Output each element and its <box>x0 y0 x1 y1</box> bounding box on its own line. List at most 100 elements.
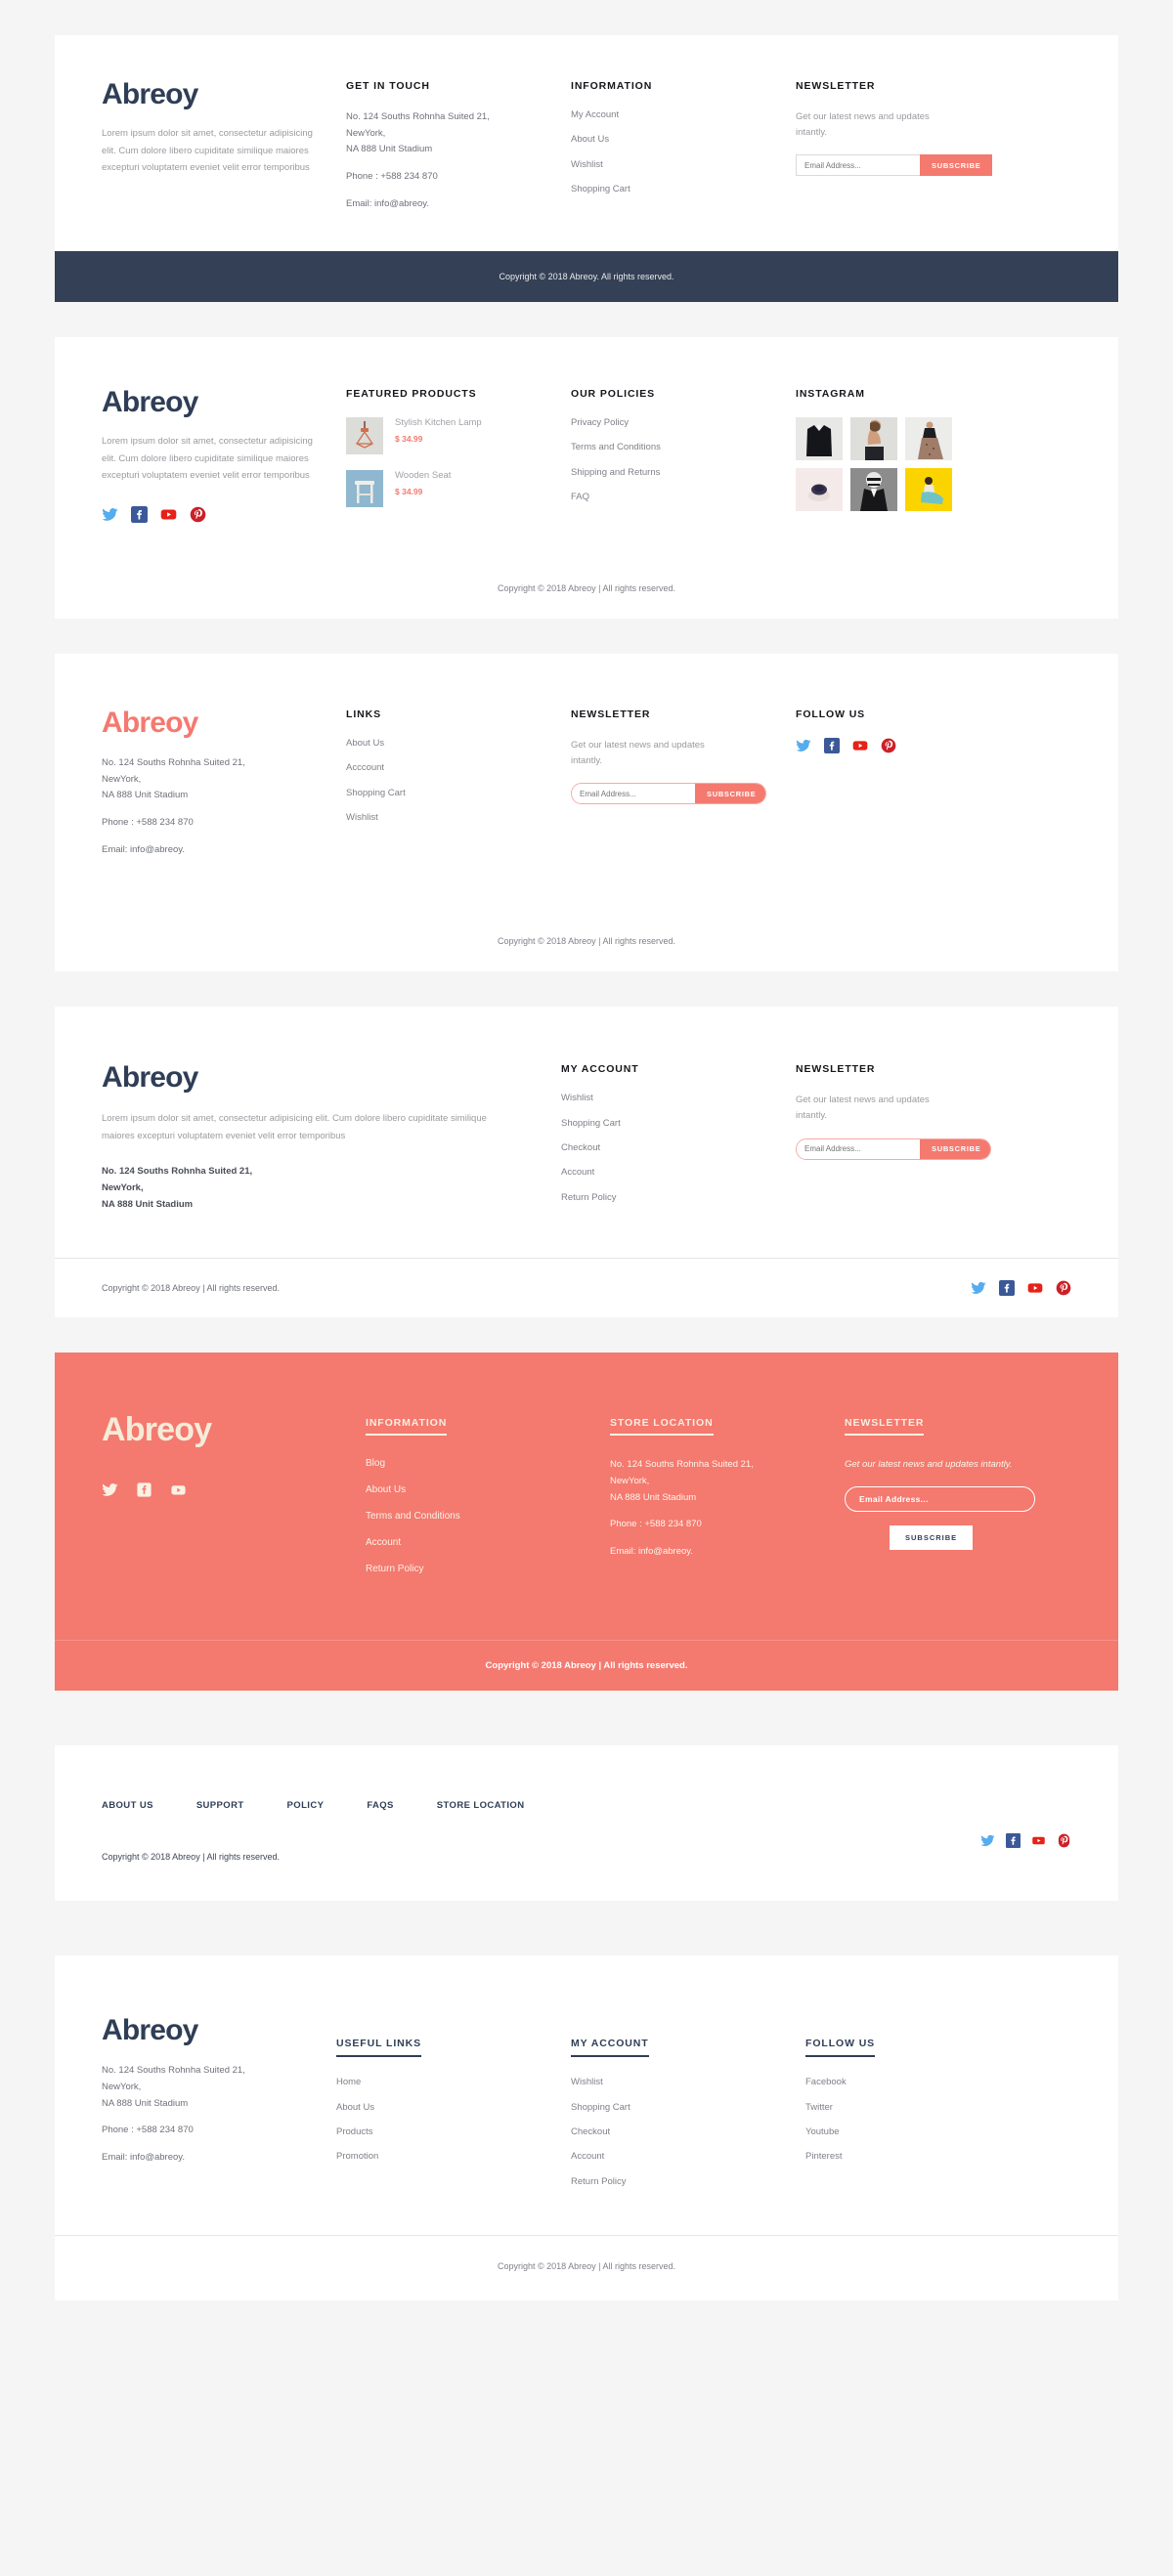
link-home[interactable]: Home <box>336 2077 571 2088</box>
link-account[interactable]: Account <box>571 2151 805 2163</box>
twitter-icon[interactable] <box>102 506 118 523</box>
contact-address: No. 124 Souths Rohnha Suited 21, NewYork… <box>346 109 571 212</box>
youtube-icon[interactable] <box>160 506 177 523</box>
column-title: FOLLOW US <box>796 708 866 721</box>
facebook-icon[interactable] <box>131 505 148 523</box>
nav-faqs[interactable]: FAQS <box>367 1800 393 1811</box>
product-price: $ 34.99 <box>395 434 423 445</box>
email-line: Email: info@abreoy. <box>610 1545 693 1557</box>
link-blog[interactable]: Blog <box>366 1457 610 1470</box>
product-name: Stylish Kitchen Lamp <box>395 417 482 429</box>
link-wishlist[interactable]: Wishlist <box>346 812 571 824</box>
link-shopping-cart[interactable]: Shopping Cart <box>561 1118 796 1130</box>
nav-policy[interactable]: POLICY <box>287 1800 325 1811</box>
email-input[interactable] <box>797 1138 920 1159</box>
twitter-icon[interactable] <box>971 1280 986 1296</box>
copyright-text: Copyright © 2018 Abreoy | All rights res… <box>485 1660 688 1672</box>
link-wishlist[interactable]: Wishlist <box>571 159 796 171</box>
featured-product-item[interactable]: Stylish Kitchen Lamp $ 34.99 <box>346 417 571 455</box>
facebook-icon[interactable] <box>136 1481 152 1498</box>
email-input[interactable] <box>572 784 695 804</box>
facebook-icon[interactable] <box>999 1280 1015 1297</box>
link-twitter[interactable]: Twitter <box>805 2102 875 2114</box>
phone-line: Phone : +588 234 870 <box>346 170 438 182</box>
twitter-icon[interactable] <box>102 1481 118 1498</box>
link-return-policy[interactable]: Return Policy <box>366 1563 610 1575</box>
subscribe-button[interactable]: SUBSCRIBE <box>890 1525 974 1551</box>
instagram-thumb-masked-man[interactable] <box>850 468 897 512</box>
email-input[interactable] <box>796 154 920 177</box>
column-our-policies: OUR POLICIES Privacy Policy Terms and Co… <box>571 388 796 523</box>
subscribe-button[interactable]: SUBSCRIBE <box>920 154 993 177</box>
link-return-policy[interactable]: Return Policy <box>561 1192 796 1204</box>
link-account[interactable]: Account <box>561 1167 796 1179</box>
column-my-account: MY ACCOUNT Wishlist Shopping Cart Checko… <box>561 1063 796 1213</box>
logo[interactable]: Abreoy <box>102 80 346 109</box>
link-my-account[interactable]: My Account <box>571 109 796 121</box>
logo[interactable]: Abreoy <box>102 708 346 738</box>
twitter-icon[interactable] <box>796 738 811 753</box>
link-pinterest[interactable]: Pinterest <box>805 2151 875 2163</box>
featured-product-item[interactable]: Wooden Seat $ 34.99 <box>346 470 571 508</box>
link-wishlist[interactable]: Wishlist <box>571 2077 805 2088</box>
link-about-us[interactable]: About Us <box>346 738 571 750</box>
copyright-divider: Copyright © 2018 Abreoy | All rights res… <box>55 2234 1118 2300</box>
logo[interactable]: Abreoy <box>102 1063 561 1093</box>
column-title: LINKS <box>346 708 381 721</box>
link-shopping-cart[interactable]: Shopping Cart <box>571 184 796 195</box>
facebook-icon[interactable] <box>824 738 840 754</box>
link-checkout[interactable]: Checkout <box>561 1142 796 1154</box>
link-products[interactable]: Products <box>336 2126 571 2138</box>
link-shipping-and-returns[interactable]: Shipping and Returns <box>571 467 796 479</box>
instagram-thumb-yellow-backdrop[interactable] <box>905 468 952 512</box>
link-account[interactable]: Account <box>366 1536 610 1549</box>
link-faq[interactable]: FAQ <box>571 492 796 503</box>
instagram-thumb-black-blazer[interactable] <box>796 417 843 461</box>
link-account[interactable]: Acccount <box>346 762 571 774</box>
nav-about-us[interactable]: ABOUT US <box>102 1800 153 1811</box>
link-terms-and-conditions[interactable]: Terms and Conditions <box>571 442 796 453</box>
youtube-icon[interactable] <box>1027 1280 1043 1296</box>
link-youtube[interactable]: Youtube <box>805 2126 875 2138</box>
youtube-icon[interactable] <box>1031 1833 1046 1848</box>
pinterest-icon[interactable] <box>881 738 896 753</box>
youtube-icon[interactable] <box>170 1481 187 1498</box>
instagram-thumb-patterned-skirt[interactable] <box>905 417 952 461</box>
facebook-icon[interactable] <box>1006 1833 1021 1849</box>
link-checkout[interactable]: Checkout <box>571 2126 805 2138</box>
link-about-us[interactable]: About Us <box>571 134 796 146</box>
link-promotion[interactable]: Promotion <box>336 2151 571 2163</box>
bottom-gap <box>0 2300 1173 2326</box>
email-input[interactable]: Email Address... <box>845 1486 1035 1513</box>
twitter-icon[interactable] <box>980 1833 995 1848</box>
instagram-thumb-pink-ring[interactable] <box>796 468 843 512</box>
pinterest-icon[interactable] <box>190 506 206 523</box>
link-wishlist[interactable]: Wishlist <box>561 1093 796 1104</box>
subscribe-button[interactable]: SUBSCRIBE <box>695 784 765 804</box>
subscribe-button[interactable]: SUBSCRIBE <box>920 1138 990 1159</box>
column-title: INSTAGRAM <box>796 388 865 401</box>
logo[interactable]: Abreoy <box>102 388 346 417</box>
copyright-text: Copyright © 2018 Abreoy | All rights res… <box>497 583 676 594</box>
pinterest-icon[interactable] <box>1056 1280 1071 1296</box>
youtube-icon[interactable] <box>852 738 868 753</box>
email-line: Email: info@abreoy. <box>102 843 185 855</box>
pinterest-icon[interactable] <box>1057 1833 1071 1848</box>
column-title: NEWSLETTER <box>796 80 876 92</box>
link-shopping-cart[interactable]: Shopping Cart <box>571 2102 805 2114</box>
link-about-us[interactable]: About Us <box>366 1483 610 1496</box>
link-privacy-policy[interactable]: Privacy Policy <box>571 417 796 429</box>
column-newsletter: NEWSLETTER Get our latest news and updat… <box>796 1063 991 1213</box>
nav-store-location[interactable]: STORE LOCATION <box>437 1800 525 1811</box>
nav-support[interactable]: SUPPORT <box>196 1800 244 1811</box>
link-about-us[interactable]: About Us <box>336 2102 571 2114</box>
link-facebook[interactable]: Facebook <box>805 2077 875 2088</box>
logo[interactable]: Abreoy <box>102 1413 366 1446</box>
link-return-policy[interactable]: Return Policy <box>571 2176 805 2188</box>
logo[interactable]: Abreoy <box>102 2016 336 2045</box>
link-shopping-cart[interactable]: Shopping Cart <box>346 788 571 799</box>
column-newsletter: NEWSLETTER Get our latest news and updat… <box>796 80 993 212</box>
instagram-thumb-back-pose[interactable] <box>850 417 897 461</box>
brand-block: Abreoy No. 124 Souths Rohnha Suited 21, … <box>102 2016 336 2188</box>
link-terms-and-conditions[interactable]: Terms and Conditions <box>366 1510 610 1523</box>
